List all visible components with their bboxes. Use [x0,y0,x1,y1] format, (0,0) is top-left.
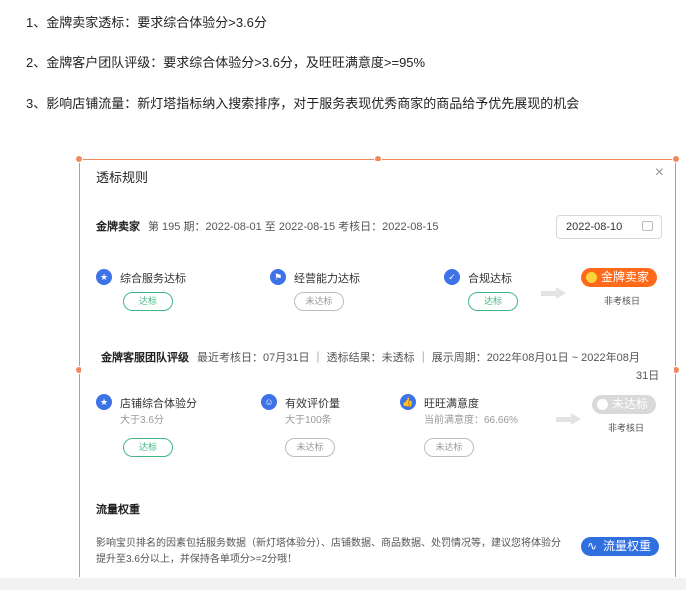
intro-line-3: 3、影响店铺流量：新灯塔指标纳入搜索排序，对于服务表现优秀商家的商品给予优先展现… [26,96,580,111]
service-team-info-cont: 31日 [636,370,660,382]
close-icon[interactable]: × [655,164,664,182]
medal-icon [597,399,608,410]
metric-requirement: 当前满意度：66.66% [424,415,518,426]
gold-seller-header: 金牌卖家第 195 期：2022-08-01 至 2022-08-15 考核日：… [96,218,438,234]
intro-line-1: 1、金牌卖家透标：要求综合体验分>3.6分 [26,15,267,30]
metric-label: 店铺综合体验分 [120,398,197,410]
status-badge: 达标 [123,292,173,311]
status-badge: 未达标 [285,438,335,457]
traffic-weight-badge-label: 流量权重 [603,539,652,553]
metric-requirement: 大于100条 [285,415,332,426]
non-assessment-day-note: 非考核日 [604,296,641,306]
status-badge: 达标 [468,292,518,311]
metric-label: 旺旺满意度 [424,398,479,410]
status-badge: 未达标 [294,292,344,311]
gold-seller-period: 第 195 期：2022-08-01 至 2022-08-15 考核日：2022… [148,221,439,233]
calendar-icon [642,221,653,231]
flag-icon: ⚑ [270,269,286,285]
arrow-right-icon [541,287,567,299]
gold-seller-badge: 金牌卖家 [581,268,658,287]
gold-seller-label: 金牌卖家 [96,221,140,233]
metric-label: 合规达标 [468,273,512,285]
not-qualified-badge: 未达标 [592,395,657,414]
intro-line-2: 2、金牌客户团队评级：要求综合体验分>3.6分，及旺旺满意度>=95% [26,55,426,70]
gold-seller-badge-label: 金牌卖家 [601,270,650,284]
status-badge: 未达标 [424,438,474,457]
medal-icon [586,272,597,283]
service-team-header: 金牌客服团队评级 最近考核日：07月31日 ｜ 透标结果：未透标 ｜ 展示周期：2… [101,349,640,365]
arrow-right-icon [556,413,582,425]
check-icon: ✓ [444,269,460,285]
non-assessment-day-note: 非考核日 [608,423,645,433]
traffic-weight-desc: 影响宝贝排名的因素包括服务数据（新灯塔体验分）、店铺数据、商品数据、处罚情况等，… [96,538,561,565]
pulse-icon: ∿ [587,539,598,553]
smile-icon: ☺ [261,394,277,410]
bottom-scroll-strip [0,578,686,590]
traffic-weight-title: 流量权重 [96,504,140,516]
rules-modal: 透标规则 × 金牌卖家第 195 期：2022-08-01 至 2022-08-… [81,161,674,580]
metric-requirement: 大于3.6分 [120,415,164,426]
service-team-label: 金牌客服团队评级 [101,352,189,364]
thumbs-up-icon: 👍 [400,394,416,410]
metric-label: 经营能力达标 [294,273,360,285]
modal-title: 透标规则 [96,170,149,185]
status-badge: 达标 [123,438,173,457]
metric-label: 有效评价量 [285,398,340,410]
traffic-weight-badge: ∿ 流量权重 [581,537,660,556]
date-picker[interactable]: 2022-08-10 [556,215,662,239]
star-icon: ★ [96,394,112,410]
date-value: 2022-08-10 [566,221,623,233]
star-icon: ★ [96,269,112,285]
metric-label: 综合服务达标 [120,273,186,285]
service-team-info: 最近考核日：07月31日 ｜ 透标结果：未透标 ｜ 展示周期：2022年08月0… [197,352,640,364]
not-qualified-badge-label: 未达标 [612,397,649,411]
